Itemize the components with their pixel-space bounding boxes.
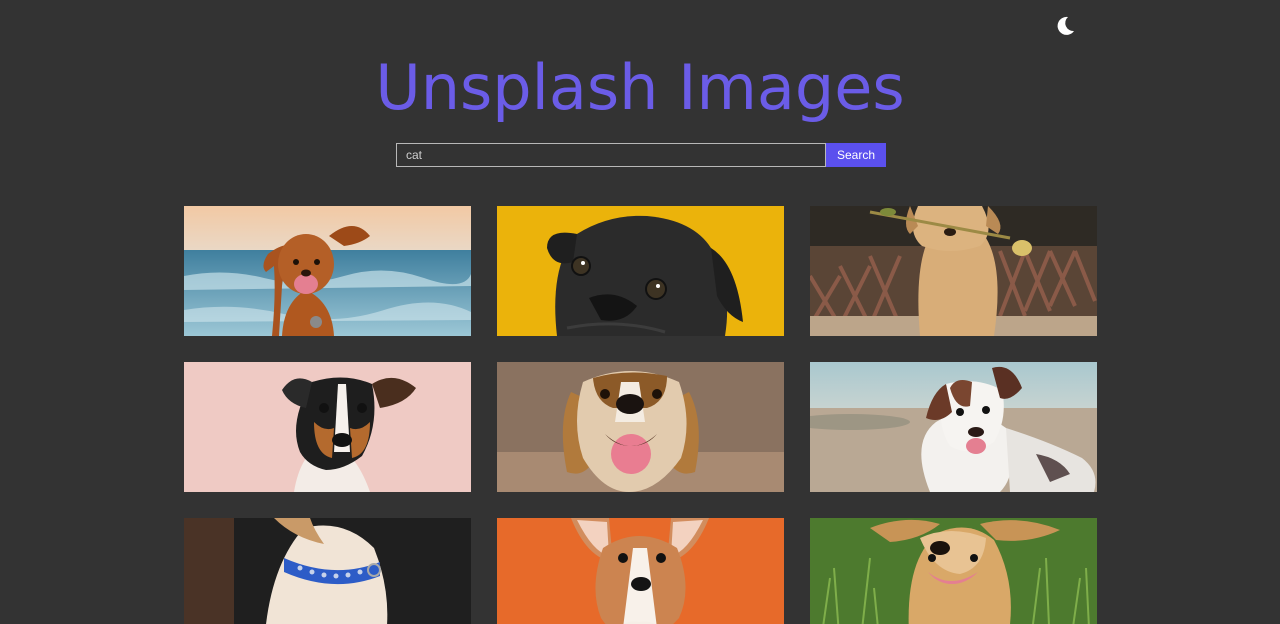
search-bar: Search bbox=[396, 143, 886, 167]
image-tile[interactable] bbox=[184, 518, 471, 624]
dog-photo bbox=[184, 518, 471, 624]
image-tile[interactable] bbox=[184, 362, 471, 492]
dog-photo bbox=[184, 206, 471, 336]
image-tile[interactable] bbox=[497, 206, 784, 336]
search-input[interactable] bbox=[396, 143, 826, 167]
page: Unsplash Images Search bbox=[0, 0, 1280, 624]
image-tile[interactable] bbox=[184, 206, 471, 336]
image-tile[interactable] bbox=[497, 518, 784, 624]
dog-photo bbox=[497, 206, 784, 336]
page-title: Unsplash Images bbox=[375, 51, 905, 124]
moon-icon[interactable] bbox=[1052, 13, 1078, 39]
image-tile[interactable] bbox=[810, 362, 1097, 492]
image-grid bbox=[184, 206, 1097, 624]
dog-photo bbox=[497, 362, 784, 492]
search-button[interactable]: Search bbox=[826, 143, 886, 167]
image-tile[interactable] bbox=[810, 206, 1097, 336]
image-tile[interactable] bbox=[497, 362, 784, 492]
image-tile[interactable] bbox=[810, 518, 1097, 624]
dog-photo bbox=[184, 362, 471, 492]
dog-photo bbox=[497, 518, 784, 624]
dog-photo bbox=[810, 206, 1097, 336]
dog-photo bbox=[810, 362, 1097, 492]
dog-photo bbox=[810, 518, 1097, 624]
